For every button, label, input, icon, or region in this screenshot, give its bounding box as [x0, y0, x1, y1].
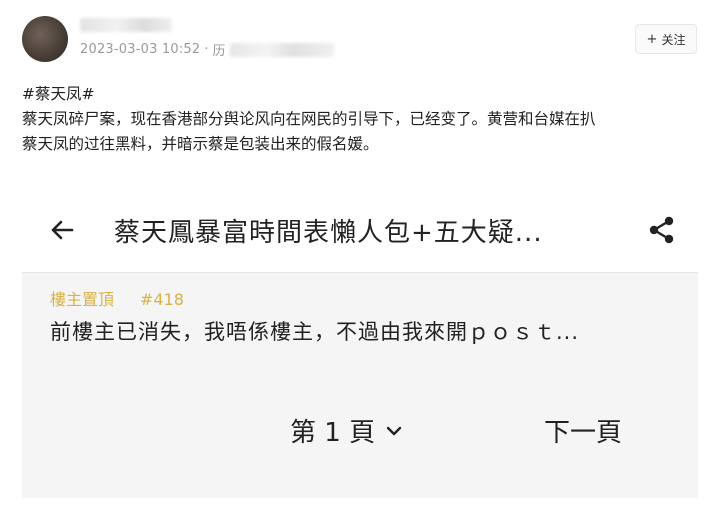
post-hashtag[interactable]: #蔡天凤#: [22, 85, 94, 103]
author-name-redacted: [80, 18, 172, 32]
next-page-link: 下一頁: [544, 418, 623, 448]
embedded-topbar: 蔡天鳳暴富時間表懶人包+五大疑...: [22, 190, 698, 273]
meta-separator: ·: [204, 42, 209, 57]
embedded-thread-title: 蔡天鳳暴富時間表懶人包+五大疑...: [114, 218, 543, 248]
op-pinned-badge: 樓主置頂: [50, 290, 115, 309]
page-label: 第 1 頁: [290, 418, 376, 448]
post-text: #蔡天凤# 蔡天凤碎尸案，现在香港部分舆论风向在网民的引导下，已经变了。黄营和台…: [22, 82, 697, 157]
post-source-partial: 历: [212, 44, 226, 59]
op-pinned-line: 樓主置頂 #418: [50, 286, 184, 310]
share-icon: [649, 216, 674, 244]
post-meta: 2023-03-03 10:52 · 历: [80, 40, 334, 59]
pager: 第 1 頁 下一頁: [22, 412, 698, 452]
follow-button[interactable]: + 关注: [635, 24, 697, 54]
reply-text: 前樓主已消失，我唔係樓主，不過由我來開ｐｏｓｔ...: [50, 320, 580, 344]
author-avatar[interactable]: [22, 16, 68, 62]
chevron-down-icon: [386, 426, 402, 435]
post-date: 2023-03-03 10:52: [80, 42, 201, 57]
post-source-redacted: [229, 42, 334, 57]
embedded-screenshot[interactable]: 蔡天鳳暴富時間表懶人包+五大疑... 樓主置頂 #418 前樓主已消失，我唔係樓主…: [22, 190, 698, 498]
post-body-line-1: 蔡天凤碎尸案，现在香港部分舆论风向在网民的引导下，已经变了。黄营和台媒在扒: [22, 110, 596, 128]
arrow-left-icon: [51, 220, 74, 240]
post-body-line-2: 蔡天凤的过往黑料，并暗示蔡是包装出来的假名媛。: [22, 135, 379, 153]
plus-icon: +: [646, 31, 658, 47]
page-select: 第 1 頁: [290, 412, 403, 449]
follow-button-label: 关注: [661, 32, 686, 47]
floor-number: #418: [140, 290, 184, 309]
